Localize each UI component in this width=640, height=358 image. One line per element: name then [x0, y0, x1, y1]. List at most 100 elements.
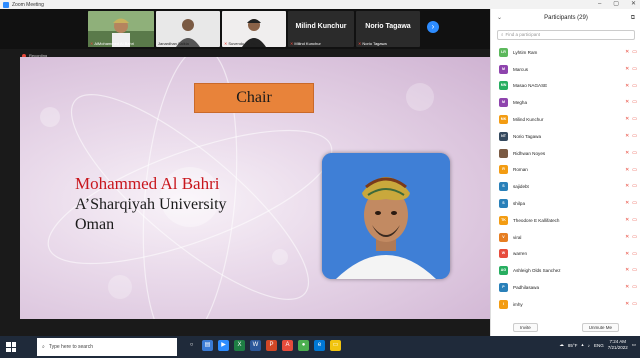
participant-row[interactable]: M Marcus ✕ ▭: [491, 61, 640, 78]
video-off-icon: ▭: [632, 99, 637, 106]
video-gallery-strip: ✕ AlMohammed Al Bahri Janardhan Saikia ✕ S…: [0, 9, 490, 49]
mic-muted-icon: ✕: [625, 132, 630, 139]
task-view-icon[interactable]: ○: [186, 340, 197, 351]
video-off-icon: ▭: [632, 183, 637, 190]
participant-row[interactable]: M Megha ✕ ▭: [491, 94, 640, 111]
maximize-icon[interactable]: ▢: [613, 0, 619, 9]
participant-row[interactable]: Ssajidebt ✕ ▭: [491, 178, 640, 195]
participant-search-input[interactable]: ⌕ Find a participant: [497, 30, 635, 40]
participant-avatar: MK: [499, 115, 508, 125]
participant-row[interactable]: AG Ashleigh Olds Sanchez ✕ ▭: [491, 262, 640, 279]
participant-row[interactable]: Ridhwan Noyes ✕ ▭: [491, 145, 640, 162]
participant-status-icons: ✕ ▭: [625, 150, 637, 156]
video-thumb-milind[interactable]: Milind Kunchur ✕ Milind Kunchur: [288, 11, 354, 47]
video-thumb-norio[interactable]: Norio Tagawa ✕ Norio Tagawa: [356, 11, 420, 47]
weather-icon[interactable]: ☁: [559, 342, 564, 348]
mic-muted-icon: ✕: [625, 267, 630, 274]
video-thumb-mohammed[interactable]: ✕ AlMohammed Al Bahri: [88, 11, 154, 47]
participant-row[interactable]: TK Theodore E Kallifatech ✕ ▭: [491, 212, 640, 229]
participant-status-icons: ✕ ▭: [625, 251, 637, 257]
pdf-reader-icon[interactable]: A: [282, 340, 293, 351]
participant-row[interactable]: LR Lyhtim Ram ✕ ▭: [491, 44, 640, 61]
participant-name: Ridhwan Noyes: [513, 150, 546, 156]
next-page-arrow-icon[interactable]: ›: [427, 21, 439, 33]
volume-icon[interactable]: ♪: [588, 343, 590, 348]
participant-row[interactable]: Vviral ✕ ▭: [491, 229, 640, 246]
participant-row[interactable]: MN Masao NAGASE ✕ ▭: [491, 78, 640, 95]
participant-name: Marcus: [513, 66, 529, 72]
participant-name: Milind Kunchur: [513, 117, 544, 123]
mic-muted-icon: ✕: [625, 300, 630, 307]
mic-muted-icon: ✕: [625, 82, 630, 89]
edge-icon[interactable]: e: [314, 340, 325, 351]
window-title: Zoom Meeting: [12, 1, 44, 8]
search-icon: ⌕: [42, 344, 45, 350]
zoom-taskbar-icon[interactable]: ▶: [218, 340, 229, 351]
video-off-icon: ▭: [632, 250, 637, 257]
video-off-icon: ▭: [632, 116, 637, 123]
close-icon[interactable]: ✕: [631, 0, 636, 9]
speaker-country: Oman: [75, 216, 115, 233]
network-icon[interactable]: ▴: [581, 342, 583, 348]
windows-start-icon[interactable]: [6, 342, 16, 352]
mic-muted-icon: ✕: [224, 41, 228, 46]
chair-banner: Chair: [194, 83, 314, 113]
mic-muted-icon: ✕: [625, 116, 630, 123]
participant-row[interactable]: R Roman ✕ ▭: [491, 162, 640, 179]
thumb-name: AlMohammed Al Bahri: [94, 41, 134, 46]
participant-row[interactable]: Sshilpa ✕ ▭: [491, 195, 640, 212]
mic-muted-icon: ✕: [358, 41, 362, 46]
word-icon[interactable]: W: [250, 340, 261, 351]
participant-name: imhy: [513, 301, 523, 307]
video-off-icon: ▭: [632, 166, 637, 173]
video-thumb-janardhan[interactable]: Janardhan Saikia: [156, 11, 220, 47]
taskbar-search-box[interactable]: ⌕ Type here to search: [37, 338, 177, 356]
notifications-icon[interactable]: ▭: [632, 342, 636, 348]
chrome-icon[interactable]: ●: [298, 340, 309, 351]
video-off-icon: ▭: [632, 132, 637, 139]
participant-name: Norio Tagawa: [513, 133, 542, 139]
participant-avatar: S: [499, 199, 508, 209]
language-indicator[interactable]: ENG: [594, 343, 604, 348]
windows-taskbar: ⌕ Type here to search ○ ▤ ▶ X W P A ● e …: [0, 336, 640, 358]
participant-status-icons: ✕ ▭: [625, 234, 637, 240]
participant-name: sajidebt: [513, 184, 529, 190]
participant-avatar: AG: [499, 266, 508, 276]
participants-title: Participants (29): [544, 15, 588, 21]
unmute-me-button[interactable]: Unmute Me: [581, 323, 619, 332]
popout-icon[interactable]: ⧉: [631, 9, 635, 27]
system-clock[interactable]: 7:24 AM 7/21/2022: [608, 339, 628, 351]
clock-time: 7:24 AM: [609, 339, 626, 344]
folder-icon[interactable]: ▭: [330, 340, 341, 351]
powerpoint-icon[interactable]: P: [266, 340, 277, 351]
participant-row[interactable]: Wwarren ✕ ▭: [491, 246, 640, 263]
participant-avatar: S: [499, 182, 508, 192]
participant-row[interactable]: MK Milind Kunchur ✕ ▭: [491, 111, 640, 128]
speaker-university: A’Sharqiyah University: [75, 196, 227, 213]
invite-button[interactable]: Invite: [512, 323, 538, 332]
mic-muted-icon: ✕: [625, 166, 630, 173]
thumb-big-name: Norio Tagawa: [365, 23, 411, 30]
excel-icon[interactable]: X: [234, 340, 245, 351]
mic-muted-icon: ✕: [290, 41, 294, 46]
thumb-big-name: Milind Kunchur: [295, 23, 347, 30]
video-off-icon: ▭: [632, 216, 637, 223]
weather-temp: 85°F: [567, 342, 578, 348]
participant-status-icons: ✕ ▭: [625, 183, 637, 189]
participant-name: viral: [513, 234, 522, 240]
thumb-name: Suvendu DISSD: [228, 41, 258, 46]
thumb-name: Milind Kunchur: [294, 41, 321, 46]
collapse-chevron-icon[interactable]: ⌄: [497, 9, 502, 27]
participant-avatar: NT: [499, 131, 508, 141]
mic-muted-icon: ✕: [625, 49, 630, 55]
minimize-icon[interactable]: –: [598, 0, 601, 9]
participant-avatar: M: [499, 98, 508, 108]
participant-row[interactable]: NT Norio Tagawa ✕ ▭: [491, 128, 640, 145]
mic-muted-icon: ✕: [625, 149, 630, 156]
participant-row[interactable]: P Padhilasawa ✕ ▭: [491, 279, 640, 296]
participant-list: LR Lyhtim Ram ✕ ▭ M Marcus ✕ ▭ MN Masao NAGASE ✕ ▭ M…: [491, 44, 640, 313]
file-explorer-icon[interactable]: ▤: [202, 340, 213, 351]
video-thumb-suvendu[interactable]: ✕ Suvendu DISSD: [222, 11, 286, 47]
participant-status-icons: ✕ ▭: [625, 99, 637, 105]
participant-row[interactable]: Iimhy ✕ ▭: [491, 296, 640, 313]
